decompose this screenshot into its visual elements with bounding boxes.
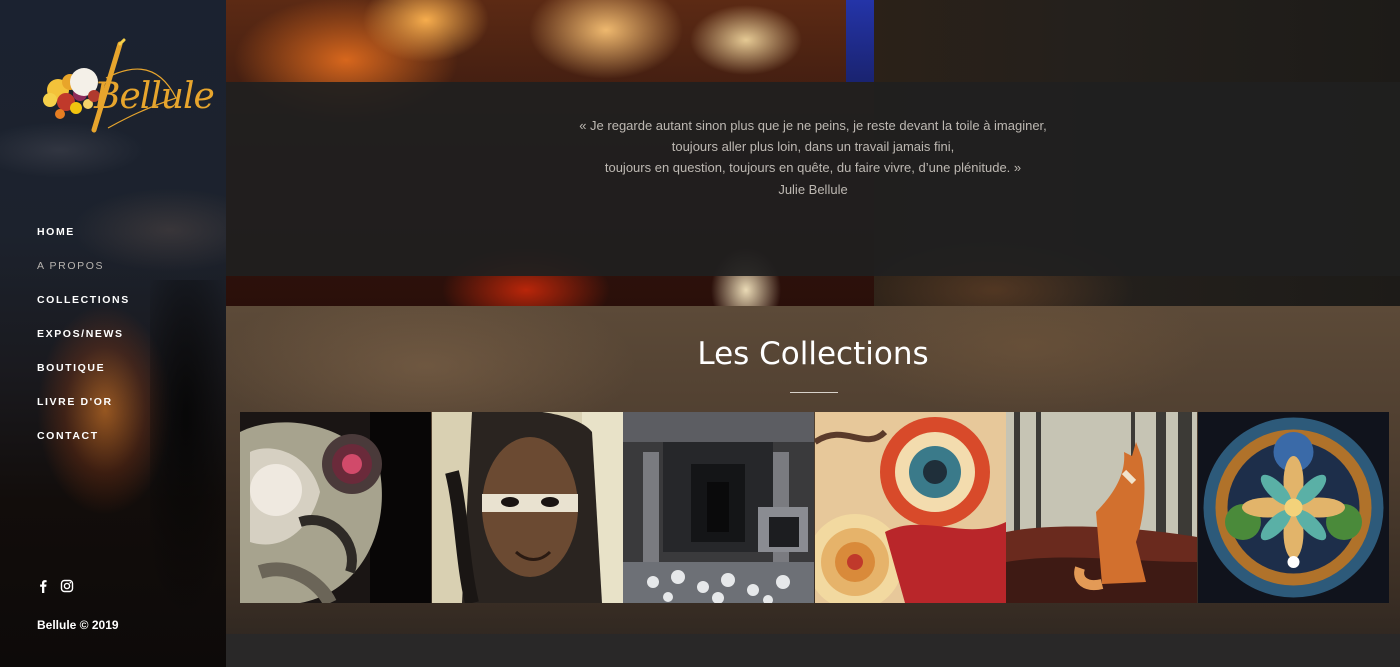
collection-tile-warrior-portrait[interactable]	[431, 412, 623, 603]
facebook-icon[interactable]	[36, 579, 50, 593]
main-nav: HOME A PROPOS COLLECTIONS EXPOS/NEWS BOU…	[37, 224, 130, 462]
instagram-icon[interactable]	[60, 579, 74, 593]
hero-painting-detail	[846, 0, 874, 82]
hero-banner: « Je regarde autant sinon plus que je ne…	[226, 0, 1400, 306]
nav-item-contact[interactable]: CONTACT	[37, 428, 130, 462]
title-divider	[790, 392, 838, 393]
collection-tile-abstract-face[interactable]	[240, 412, 431, 603]
quote-line-1: « Je regarde autant sinon plus que je ne…	[579, 118, 1047, 133]
fox-forest-image	[1006, 412, 1198, 603]
collection-tile-mandala[interactable]	[1197, 412, 1389, 603]
collection-tile-fox-forest[interactable]	[1006, 412, 1198, 603]
nav-item-expos-news[interactable]: EXPOS/NEWS	[37, 326, 130, 360]
nav-item-livre-dor[interactable]: LIVRE D'OR	[37, 394, 130, 428]
artist-quote: « Je regarde autant sinon plus que je ne…	[226, 115, 1400, 200]
social-links	[36, 579, 74, 593]
collections-grid	[240, 412, 1390, 603]
warrior-portrait-image	[431, 412, 623, 603]
collection-tile-corridor[interactable]	[623, 412, 815, 603]
abstract-face-image	[240, 412, 431, 603]
collections-section: Les Collections	[226, 306, 1400, 667]
quote-line-2: toujours aller plus loin, dans un travai…	[671, 139, 955, 155]
corridor-image	[623, 412, 815, 603]
nav-item-boutique[interactable]: BOUTIQUE	[37, 360, 130, 394]
mandala-image	[1197, 412, 1389, 603]
spiral-shells-image	[814, 412, 1006, 603]
logo-wordmark: Bellule	[94, 76, 215, 117]
nav-item-collections[interactable]: COLLECTIONS	[37, 292, 130, 326]
nav-item-home[interactable]: HOME	[37, 224, 130, 258]
quote-line-3: toujours en question, toujours en quête,…	[604, 160, 1022, 176]
copyright-text: Bellule © 2019	[37, 618, 119, 632]
collection-tile-spiral-shells[interactable]	[814, 412, 1006, 603]
brand-logo[interactable]: Bellule	[36, 38, 215, 148]
section-title: Les Collections	[697, 336, 929, 372]
nav-item-a-propos[interactable]: A PROPOS	[37, 258, 130, 292]
sidebar: Bellule HOME A PROPOS COLLECTIONS EXPOS/…	[0, 0, 240, 667]
quote-author: Julie Bellule	[778, 181, 848, 197]
